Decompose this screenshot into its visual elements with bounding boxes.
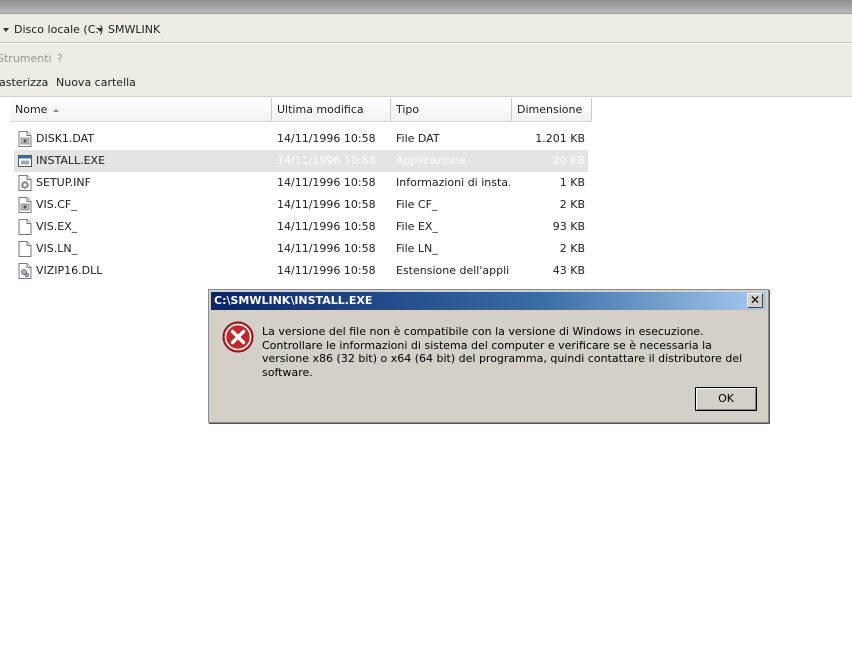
column-header-type[interactable]: Tipo: [391, 98, 512, 122]
chevron-down-icon[interactable]: [97, 28, 103, 32]
file-size: 1.201 KB: [535, 132, 585, 145]
file-modified: 14/11/1996 10:58: [277, 132, 376, 145]
blank-file-icon: [18, 219, 32, 235]
toolbar: asterizza Nuova cartella: [0, 72, 852, 97]
file-size: 1 KB: [559, 176, 585, 189]
file-row[interactable]: VIZIP16.DLL 14/11/1996 10:58 Estensione …: [14, 260, 588, 282]
file-row-selected[interactable]: INSTALL.EXE 14/11/1996 10:58 Applicazion…: [14, 150, 588, 172]
breadcrumb-label: SMWLINK: [108, 23, 161, 36]
error-icon: [222, 321, 254, 353]
column-headers: Nome Ultima modifica Tipo Dimensione: [0, 98, 852, 122]
application-icon: [18, 155, 32, 167]
window-top-strip: [0, 0, 852, 14]
settings-file-icon: [18, 175, 32, 191]
generic-file-icon: [18, 131, 32, 147]
file-type: Applicazione: [396, 154, 466, 167]
file-row[interactable]: DISK1.DAT 14/11/1996 10:58 File DAT 1.20…: [14, 128, 588, 150]
rasterize-button[interactable]: asterizza: [0, 76, 48, 89]
address-bar[interactable]: Disco locale (C:) SMWLINK: [0, 14, 852, 43]
close-button[interactable]: ✕: [747, 293, 763, 308]
column-header-name[interactable]: Nome: [10, 98, 272, 122]
dialog-message: La versione del file non è compatibile c…: [262, 325, 743, 379]
new-folder-button[interactable]: Nuova cartella: [56, 76, 136, 89]
file-modified: 14/11/1996 10:58: [277, 264, 376, 277]
column-header-size[interactable]: Dimensione: [512, 98, 592, 122]
file-type: Estensione dell'appli...: [396, 264, 510, 277]
menu-help[interactable]: ?: [57, 52, 63, 65]
close-icon: ✕: [749, 293, 761, 307]
file-size: 43 KB: [552, 264, 585, 277]
file-modified: 14/11/1996 10:58: [277, 198, 376, 211]
file-row[interactable]: VIS.EX_ 14/11/1996 10:58 File EX_ 93 KB: [14, 216, 588, 238]
menu-tools[interactable]: Strumenti: [0, 52, 52, 65]
file-size: 2 KB: [559, 198, 585, 211]
column-header-label: Ultima modifica: [277, 103, 364, 116]
breadcrumb-folder[interactable]: SMWLINK: [97, 23, 160, 37]
column-header-label: Tipo: [396, 103, 420, 116]
file-type: File EX_: [396, 220, 438, 233]
breadcrumb-label: Disco locale (C:): [14, 23, 104, 36]
file-type: File CF_: [396, 198, 438, 211]
blank-file-icon: [18, 241, 32, 257]
sort-ascending-icon: [53, 108, 60, 112]
generic-file-icon: [18, 197, 32, 213]
file-type: File DAT: [396, 132, 440, 145]
file-modified: 14/11/1996 10:58: [277, 242, 376, 255]
file-size: 20 KB: [552, 154, 585, 167]
error-dialog: C:\SMWLINK\INSTALL.EXE ✕ La versione del…: [208, 289, 769, 423]
file-name: VIZIP16.DLL: [36, 264, 103, 277]
file-row[interactable]: VIS.CF_ 14/11/1996 10:58 File CF_ 2 KB: [14, 194, 588, 216]
file-size: 93 KB: [552, 220, 585, 233]
dll-file-icon: [18, 263, 32, 279]
ok-button[interactable]: OK: [695, 387, 757, 411]
file-type: Informazioni di insta...: [396, 176, 510, 189]
file-row[interactable]: SETUP.INF 14/11/1996 10:58 Informazioni …: [14, 172, 588, 194]
file-name: SETUP.INF: [36, 176, 91, 189]
file-modified: 14/11/1996 10:58: [277, 154, 376, 167]
file-type: File LN_: [396, 242, 438, 255]
dialog-title: C:\SMWLINK\INSTALL.EXE: [214, 294, 373, 307]
dialog-titlebar[interactable]: C:\SMWLINK\INSTALL.EXE ✕: [211, 292, 766, 310]
file-modified: 14/11/1996 10:58: [277, 220, 376, 233]
file-size: 2 KB: [559, 242, 585, 255]
menu-bar: Strumenti ?: [0, 44, 852, 72]
breadcrumb-drive[interactable]: Disco locale (C:): [3, 23, 103, 37]
file-name: INSTALL.EXE: [36, 154, 106, 167]
file-name: VIS.EX_: [36, 220, 78, 233]
chevron-down-icon[interactable]: [3, 28, 9, 32]
column-header-label: Nome: [15, 103, 48, 116]
file-row[interactable]: VIS.LN_ 14/11/1996 10:58 File LN_ 2 KB: [14, 238, 588, 260]
column-header-modified[interactable]: Ultima modifica: [272, 98, 391, 122]
file-name: DISK1.DAT: [36, 132, 95, 145]
file-name: VIS.CF_: [36, 198, 77, 211]
column-header-label: Dimensione: [517, 103, 583, 116]
file-name: VIS.LN_: [36, 242, 78, 255]
file-modified: 14/11/1996 10:58: [277, 176, 376, 189]
